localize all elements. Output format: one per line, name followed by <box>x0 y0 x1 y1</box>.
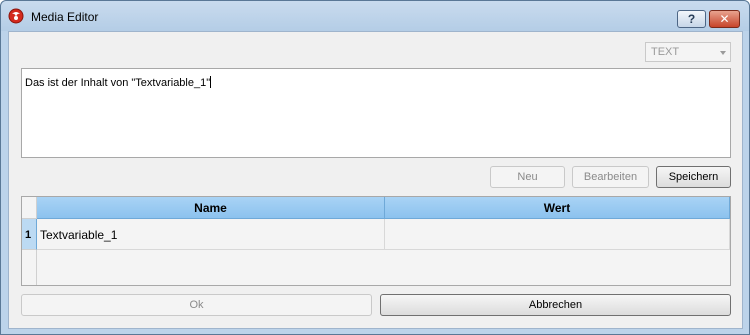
row-number[interactable]: 1 <box>22 219 37 250</box>
save-button[interactable]: Speichern <box>656 166 731 188</box>
text-caret <box>210 76 212 88</box>
table-corner <box>22 197 37 219</box>
app-icon <box>8 8 24 24</box>
table-cell-name[interactable]: Textvariable_1 <box>37 219 385 250</box>
new-button[interactable]: Neu <box>490 166 565 188</box>
column-header-wert[interactable]: Wert <box>385 197 730 219</box>
cancel-button[interactable]: Abbrechen <box>380 294 731 316</box>
content-text: Das ist der Inhalt von "Textvariable_1" <box>25 77 211 89</box>
media-editor-window: Media Editor ? ✕ TEXT Das ist der Inhalt… <box>0 0 750 335</box>
table-cell-value[interactable] <box>385 219 730 250</box>
row-header-empty <box>22 250 37 285</box>
chevron-down-icon <box>720 51 726 55</box>
dialog-body: TEXT Das ist der Inhalt von "Textvariabl… <box>8 31 743 329</box>
edit-button[interactable]: Bearbeiten <box>572 166 649 188</box>
column-header-name[interactable]: Name <box>37 197 385 219</box>
title-bar[interactable]: Media Editor ? ✕ <box>1 1 749 31</box>
ok-button[interactable]: Ok <box>21 294 372 316</box>
type-select-value: TEXT <box>651 46 680 58</box>
variables-table: Name Wert 1 Textvariable_1 <box>21 196 731 286</box>
window-title: Media Editor <box>31 10 99 24</box>
help-button[interactable]: ? <box>677 10 706 28</box>
content-editor[interactable]: Das ist der Inhalt von "Textvariable_1" <box>21 68 731 158</box>
type-select[interactable]: TEXT <box>645 42 731 62</box>
close-button[interactable]: ✕ <box>709 10 740 28</box>
